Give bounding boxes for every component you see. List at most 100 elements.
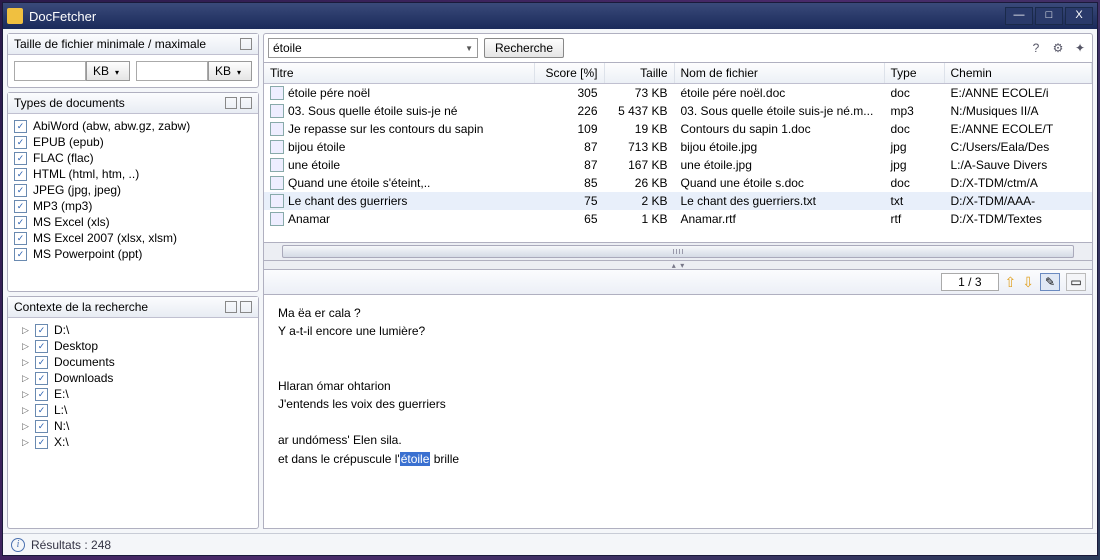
table-row[interactable]: bijou étoile87713 KBbijou étoile.jpgjpgC…	[264, 138, 1092, 156]
checkbox-icon[interactable]: ✓	[35, 340, 48, 353]
view-mode-toggle[interactable]: ▭	[1066, 273, 1086, 291]
tree-item[interactable]: ▷✓ Downloads	[14, 370, 252, 386]
cell-type: mp3	[884, 102, 944, 120]
expand-icon[interactable]: ▷	[22, 437, 33, 448]
next-match-icon[interactable]: ⇩	[1022, 274, 1034, 291]
doctype-row[interactable]: ✓ HTML (html, htm, ..)	[14, 166, 252, 182]
minimize-button[interactable]: —	[1005, 7, 1033, 25]
checkbox-icon[interactable]: ✓	[35, 388, 48, 401]
cell-type: txt	[884, 192, 944, 210]
checkbox-icon[interactable]: ✓	[14, 184, 27, 197]
checkbox-icon[interactable]: ✓	[35, 420, 48, 433]
cell-score: 85	[534, 174, 604, 192]
doctype-row[interactable]: ✓AbiWord (abw, abw.gz, zabw)	[14, 118, 252, 134]
col-filename[interactable]: Nom de fichier	[674, 63, 884, 84]
checkbox-icon[interactable]: ✓	[14, 200, 27, 213]
status-bar: i Résultats : 248	[3, 533, 1097, 555]
cell-title: Anamar	[288, 212, 330, 226]
tree-item[interactable]: ▷✓E:\	[14, 386, 252, 402]
tree-item[interactable]: ▷✓N:\	[14, 418, 252, 434]
table-row[interactable]: Anamar651 KBAnamar.rtfrtfD:/X-TDM/Textes	[264, 210, 1092, 228]
doctype-row[interactable]: ✓MP3 (mp3)	[14, 198, 252, 214]
col-size[interactable]: Taille	[604, 63, 674, 84]
doctype-label: HTML (html, htm, ..)	[33, 167, 139, 181]
tree-label: Downloads	[54, 371, 113, 385]
col-path[interactable]: Chemin	[944, 63, 1092, 84]
doctype-row[interactable]: ✓FLAC (flac)	[14, 150, 252, 166]
titlebar[interactable]: DocFetcher — □ X	[3, 3, 1097, 29]
prev-match-icon[interactable]: ⇧	[1005, 274, 1017, 291]
doctype-row[interactable]: ✓MS Excel (xls)	[14, 214, 252, 230]
cell-score: 75	[534, 192, 604, 210]
doctype-row[interactable]: ✓MS Excel 2007 (xlsx, xlsm)	[14, 230, 252, 246]
panel-collapse-icon[interactable]	[240, 301, 252, 313]
checkbox-icon[interactable]: ✓	[14, 152, 27, 165]
table-row[interactable]: 03. Sous quelle étoile suis-je né2265 43…	[264, 102, 1092, 120]
table-row[interactable]: Je repasse sur les contours du sapin1091…	[264, 120, 1092, 138]
checkbox-icon[interactable]: ✓	[14, 232, 27, 245]
table-row[interactable]: Quand une étoile s'éteint,..8526 KBQuand…	[264, 174, 1092, 192]
table-row[interactable]: étoile pére noël30573 KBétoile pére noël…	[264, 84, 1092, 103]
main-area: ▼ Recherche ? ⚙ ✦ Titre Score [%] Taille…	[263, 33, 1093, 529]
filesize-heading: Taille de fichier minimale / maximale	[14, 37, 206, 51]
checkbox-icon[interactable]: ✓	[14, 216, 27, 229]
checkbox-icon[interactable]: ✓	[35, 372, 48, 385]
tree-item[interactable]: ▷✓Documents	[14, 354, 252, 370]
doctype-row[interactable]: ✓MS Powerpoint (ppt)	[14, 246, 252, 262]
search-input[interactable]	[273, 41, 465, 55]
file-icon	[270, 158, 284, 172]
checkbox-icon[interactable]: ✓	[14, 120, 27, 133]
panel-collapse-icon[interactable]	[240, 97, 252, 109]
preview-text: Ma ëa er cala ? Y a-t-il encore une lumi…	[278, 306, 446, 466]
maximize-button[interactable]: □	[1035, 7, 1063, 25]
max-size-input[interactable]	[136, 61, 208, 81]
checkbox-icon[interactable]: ✓	[35, 324, 48, 337]
expand-icon[interactable]: ▷	[22, 357, 33, 368]
splitter[interactable]: ▴ ▾	[263, 261, 1093, 269]
checkbox-icon[interactable]: ✓	[14, 136, 27, 149]
doctypes-panel: Types de documents ✓AbiWord (abw, abw.gz…	[7, 92, 259, 292]
checkbox-icon[interactable]: ✓	[35, 436, 48, 449]
doctype-row[interactable]: ✓ EPUB (epub)	[14, 134, 252, 150]
preview-pane[interactable]: Ma ëa er cala ? Y a-t-il encore une lumi…	[263, 295, 1093, 529]
checkbox-icon[interactable]: ✓	[35, 404, 48, 417]
min-size-unit[interactable]: KB	[86, 61, 130, 81]
highlight-toggle[interactable]: ✎	[1040, 273, 1060, 291]
table-row[interactable]: une étoile87167 KBune étoile.jpgjpgL:/A-…	[264, 156, 1092, 174]
expand-icon[interactable]: ▷	[22, 325, 33, 336]
max-size-unit[interactable]: KB	[208, 61, 252, 81]
panel-collapse-icon[interactable]	[240, 38, 252, 50]
checkbox-icon[interactable]: ✓	[35, 356, 48, 369]
settings-icon[interactable]: ✦	[1072, 40, 1088, 56]
col-title[interactable]: Titre	[264, 63, 534, 84]
tree-item[interactable]: ▷✓D:\	[14, 322, 252, 338]
tree-item[interactable]: ▷✓Desktop	[14, 338, 252, 354]
panel-max-icon[interactable]	[225, 97, 237, 109]
table-row[interactable]: Le chant des guerriers752 KBLe chant des…	[264, 192, 1092, 210]
dropdown-icon[interactable]: ▼	[465, 44, 473, 53]
close-button[interactable]: X	[1065, 7, 1093, 25]
filesize-panel: Taille de fichier minimale / maximale KB…	[7, 33, 259, 88]
doctype-row[interactable]: ✓JPEG (jpg, jpeg)	[14, 182, 252, 198]
panel-max-icon[interactable]	[225, 301, 237, 313]
doctype-label: EPUB (epub)	[33, 135, 104, 149]
gear-icon[interactable]: ⚙	[1050, 40, 1066, 56]
tree-item[interactable]: ▷✓X:\	[14, 434, 252, 450]
checkbox-icon[interactable]: ✓	[14, 248, 27, 261]
search-combo[interactable]: ▼	[268, 38, 478, 58]
checkbox-icon[interactable]: ✓	[14, 168, 27, 181]
tree-item[interactable]: ▷✓L:\	[14, 402, 252, 418]
expand-icon[interactable]: ▷	[22, 389, 33, 400]
cell-path: D:/X-TDM/Textes	[944, 210, 1092, 228]
expand-icon[interactable]: ▷	[22, 421, 33, 432]
results-hscrollbar[interactable]	[263, 243, 1093, 261]
col-type[interactable]: Type	[884, 63, 944, 84]
col-score[interactable]: Score [%]	[534, 63, 604, 84]
expand-icon[interactable]: ▷	[22, 341, 33, 352]
min-size-input[interactable]	[14, 61, 86, 81]
expand-icon[interactable]: ▷	[22, 405, 33, 416]
search-button[interactable]: Recherche	[484, 38, 564, 58]
help-icon[interactable]: ?	[1028, 40, 1044, 56]
expand-icon[interactable]: ▷	[22, 373, 33, 384]
preview-toolbar: 1 / 3 ⇧ ⇩ ✎ ▭	[263, 269, 1093, 295]
